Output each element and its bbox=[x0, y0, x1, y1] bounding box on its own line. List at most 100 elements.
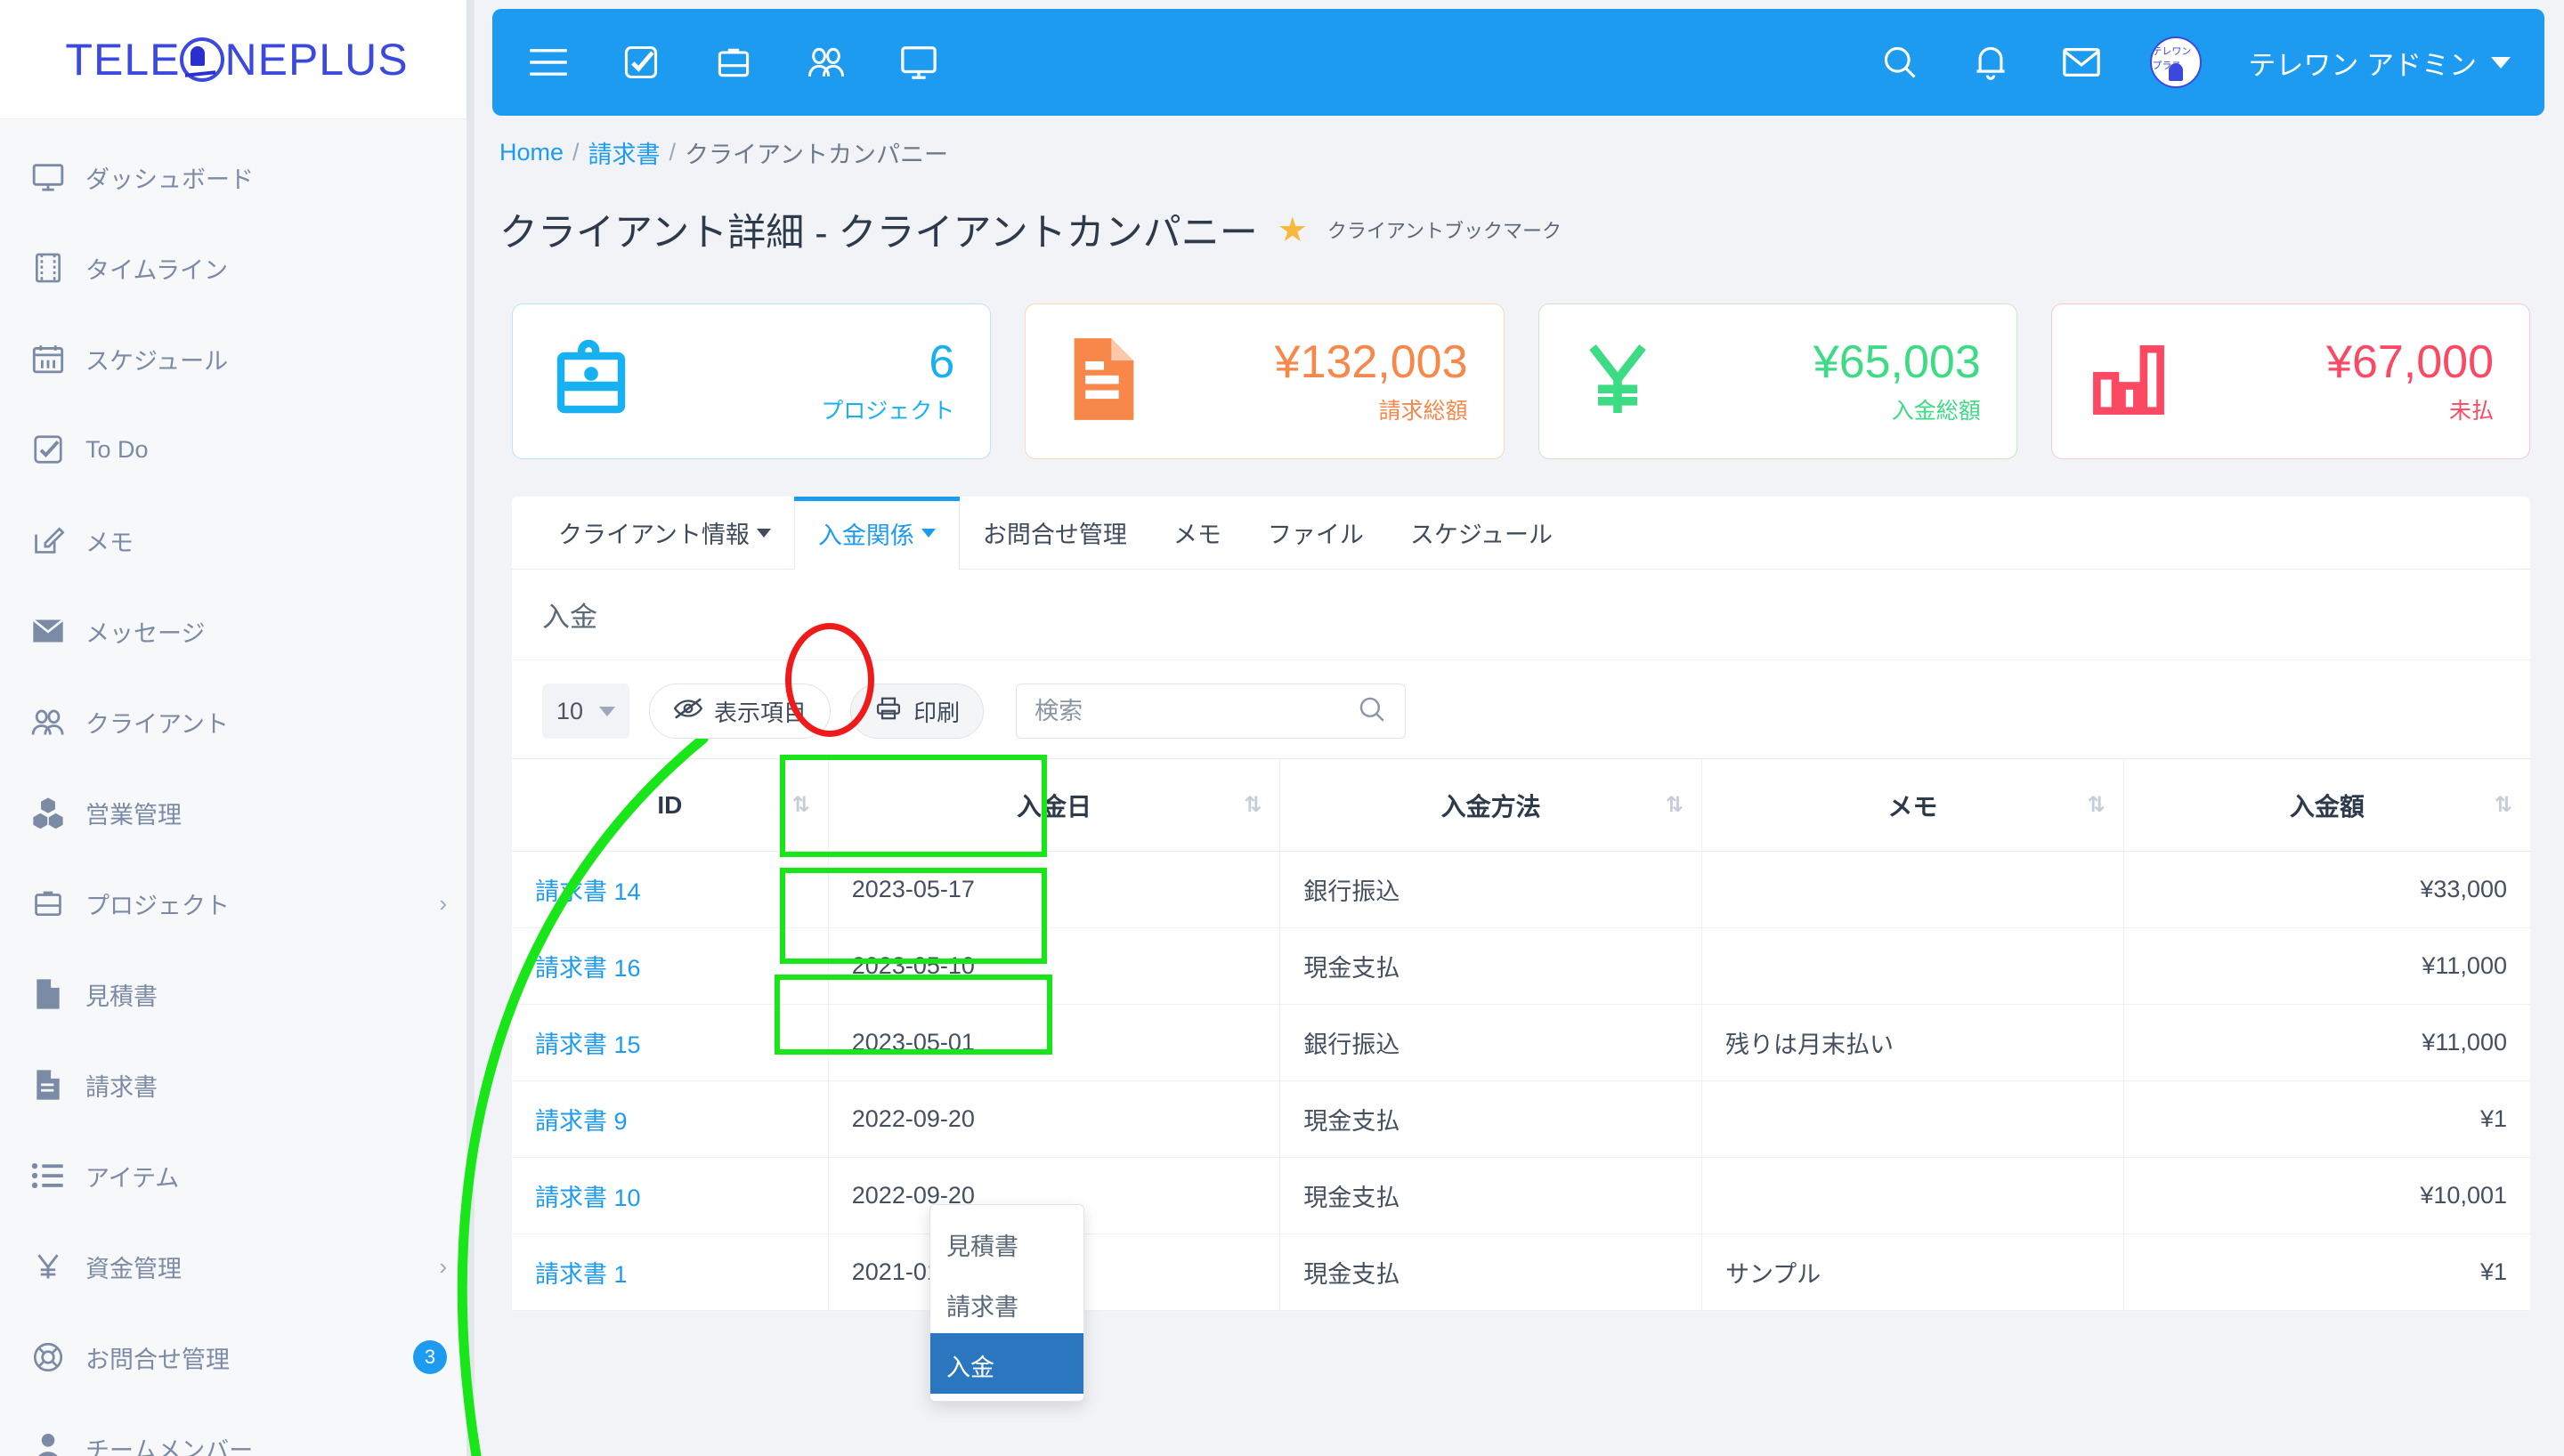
yen-icon bbox=[1575, 334, 1660, 429]
checkbox-icon bbox=[23, 433, 73, 466]
invoice-doc-icon bbox=[1061, 335, 1147, 428]
table-header-row: ID ⇅ 入金日 ⇅ 入金方法 ⇅ メモ ⇅ 入金額 ⇅ bbox=[512, 758, 2530, 852]
tab-4[interactable]: ファイル bbox=[1245, 497, 1387, 569]
users-icon[interactable] bbox=[804, 40, 848, 85]
sort-updown-icon[interactable]: ⇅ bbox=[1244, 794, 1262, 816]
sidebar-item-7[interactable]: 営業管理 bbox=[0, 767, 474, 858]
search-input[interactable] bbox=[1035, 697, 1358, 725]
sidebar-item-12[interactable]: 資金管理 › bbox=[0, 1221, 474, 1312]
tab-3[interactable]: メモ bbox=[1150, 497, 1245, 569]
invoice-link[interactable]: 請求書 1 bbox=[535, 1261, 628, 1288]
dropdown-item-1[interactable]: 請求書 bbox=[930, 1273, 1083, 1333]
table-column-header-3[interactable]: メモ ⇅ bbox=[1700, 758, 2124, 852]
sort-updown-icon[interactable]: ⇅ bbox=[2088, 794, 2106, 816]
cell-memo bbox=[1700, 851, 2124, 928]
cell-method: 現金支払 bbox=[1279, 927, 1702, 1005]
table-column-header-1[interactable]: 入金日 ⇅ bbox=[827, 758, 1280, 852]
sidebar-item-label: お問合せ管理 bbox=[85, 1346, 230, 1373]
sidebar-item-1[interactable]: タイムライン bbox=[0, 222, 474, 313]
page-title: クライアント詳細 - クライアントカンパニー bbox=[499, 212, 1258, 255]
stat-card-label: 未払 bbox=[2448, 398, 2494, 424]
stat-card-label: 入金総額 bbox=[1891, 398, 1981, 424]
person-icon bbox=[23, 1431, 73, 1456]
star-icon[interactable]: ★ bbox=[1278, 210, 1308, 250]
stat-cards: 6 プロジェクト ¥132,003 請求総額 ¥65,003 入金総額 ¥67,000… bbox=[475, 257, 2564, 459]
chevron-down-icon bbox=[921, 529, 936, 538]
sidebar-item-9[interactable]: 見積書 bbox=[0, 949, 474, 1039]
table-row: 請求書 10 2022-09-20 現金支払 ¥10,001 bbox=[512, 1157, 2530, 1234]
dropdown-item-0[interactable]: 見積書 bbox=[930, 1212, 1083, 1273]
invoice-link[interactable]: 請求書 9 bbox=[535, 1108, 628, 1135]
monitor-icon[interactable] bbox=[897, 40, 941, 85]
tab-bar: クライアント情報 入金関係 お問合せ管理 メモ ファイル スケジュール bbox=[512, 497, 2530, 570]
search-box[interactable] bbox=[1016, 684, 1407, 739]
stat-card-text: 6 プロジェクト bbox=[821, 337, 954, 425]
invoice-link[interactable]: 請求書 10 bbox=[535, 1185, 641, 1211]
tab-label: 入金関係 bbox=[817, 522, 914, 549]
breadcrumb-invoices[interactable]: 請求書 bbox=[588, 135, 661, 170]
tab-5[interactable]: スケジュール bbox=[1387, 497, 1576, 569]
tab-0[interactable]: クライアント情報 bbox=[535, 497, 794, 569]
logo-text-left: TELE bbox=[65, 34, 181, 85]
sidebar-item-5[interactable]: メッセージ bbox=[0, 586, 474, 676]
search-icon[interactable] bbox=[1878, 40, 1922, 85]
sort-updown-icon[interactable]: ⇅ bbox=[1666, 794, 1684, 816]
sort-updown-icon[interactable]: ⇅ bbox=[792, 794, 810, 816]
tab-2[interactable]: お問合せ管理 bbox=[960, 497, 1150, 569]
breadcrumb: Home / 請求書 / クライアントカンパニー bbox=[475, 116, 2564, 170]
task-check-icon[interactable] bbox=[619, 40, 663, 85]
bell-icon[interactable] bbox=[1968, 40, 2013, 85]
page-length-select[interactable]: 10 bbox=[542, 684, 630, 739]
briefcase-icon[interactable] bbox=[711, 40, 756, 85]
sidebar-item-right: › bbox=[439, 890, 447, 918]
stat-card-text: ¥65,003 入金総額 bbox=[1813, 337, 1981, 425]
table-column-header-0[interactable]: ID ⇅ bbox=[512, 758, 829, 852]
sidebar-item-13[interactable]: お問合せ管理 3 bbox=[0, 1312, 474, 1403]
cell-method: 銀行振込 bbox=[1279, 851, 1702, 928]
invoice-link[interactable]: 請求書 14 bbox=[535, 878, 641, 905]
payments-table: ID ⇅ 入金日 ⇅ 入金方法 ⇅ メモ ⇅ 入金額 ⇅ 請求書 14 2023-05-17 銀行振込… bbox=[512, 758, 2530, 1311]
sidebar-item-10[interactable]: 請求書 bbox=[0, 1039, 474, 1130]
chevron-down-icon bbox=[599, 706, 616, 716]
sidebar-item-8[interactable]: プロジェクト › bbox=[0, 858, 474, 949]
cell-memo: サンプル bbox=[1700, 1234, 2124, 1311]
dropdown-item-label: 請求書 bbox=[946, 1294, 1018, 1321]
bar-chart-icon bbox=[2088, 339, 2170, 424]
sidebar-item-14[interactable]: チームメンバー bbox=[0, 1403, 474, 1456]
cell-amount: ¥1 bbox=[2122, 1080, 2530, 1158]
sidebar-item-2[interactable]: スケジュール bbox=[0, 313, 474, 404]
search-icon[interactable] bbox=[1357, 694, 1387, 729]
tab-1[interactable]: 入金関係 bbox=[793, 497, 960, 570]
sidebar-item-4[interactable]: メモ bbox=[0, 495, 474, 586]
stat-card-text: ¥132,003 請求総額 bbox=[1275, 337, 1468, 425]
breadcrumb-home[interactable]: Home bbox=[499, 139, 564, 166]
sidebar-item-11[interactable]: アイテム bbox=[0, 1130, 474, 1221]
table-column-header-2[interactable]: 入金方法 ⇅ bbox=[1279, 758, 1702, 852]
columns-visibility-button[interactable]: 表示項目 bbox=[649, 684, 832, 739]
sidebar-item-label: メモ bbox=[85, 529, 134, 556]
table-column-header-4[interactable]: 入金額 ⇅ bbox=[2122, 758, 2530, 852]
blocks-icon bbox=[23, 796, 73, 829]
invoice-link[interactable]: 請求書 15 bbox=[535, 1031, 641, 1058]
hamburger-icon[interactable] bbox=[526, 40, 571, 85]
dropdown-item-2[interactable]: 入金 bbox=[930, 1333, 1083, 1394]
print-button[interactable]: 印刷 bbox=[850, 684, 985, 739]
mail-icon[interactable] bbox=[2059, 40, 2104, 85]
sidebar-item-label: クライアント bbox=[85, 710, 229, 738]
user-menu[interactable]: テレワン アドミン bbox=[2248, 43, 2511, 83]
chevron-down-icon bbox=[2491, 56, 2511, 69]
invoice-link[interactable]: 請求書 16 bbox=[535, 955, 641, 982]
sidebar-scrollbar[interactable] bbox=[467, 0, 474, 1456]
top-navbar: テレワンプラス テレワン アドミン bbox=[492, 9, 2544, 116]
sidebar-item-6[interactable]: クライアント bbox=[0, 676, 474, 767]
lifebuoy-icon bbox=[23, 1340, 73, 1374]
sidebar-item-3[interactable]: To Do bbox=[0, 404, 474, 495]
chevron-right-icon: › bbox=[439, 889, 447, 917]
cell-id: 請求書 16 bbox=[512, 927, 829, 1005]
avatar[interactable]: テレワンプラス bbox=[2150, 36, 2203, 88]
app-logo[interactable]: TELE NEPLUS bbox=[0, 0, 474, 119]
sidebar-item-0[interactable]: ダッシュボード bbox=[0, 132, 474, 222]
cell-date: 2023-05-10 bbox=[827, 927, 1280, 1005]
sort-updown-icon[interactable]: ⇅ bbox=[2495, 794, 2512, 816]
cell-method: 現金支払 bbox=[1279, 1080, 1702, 1158]
